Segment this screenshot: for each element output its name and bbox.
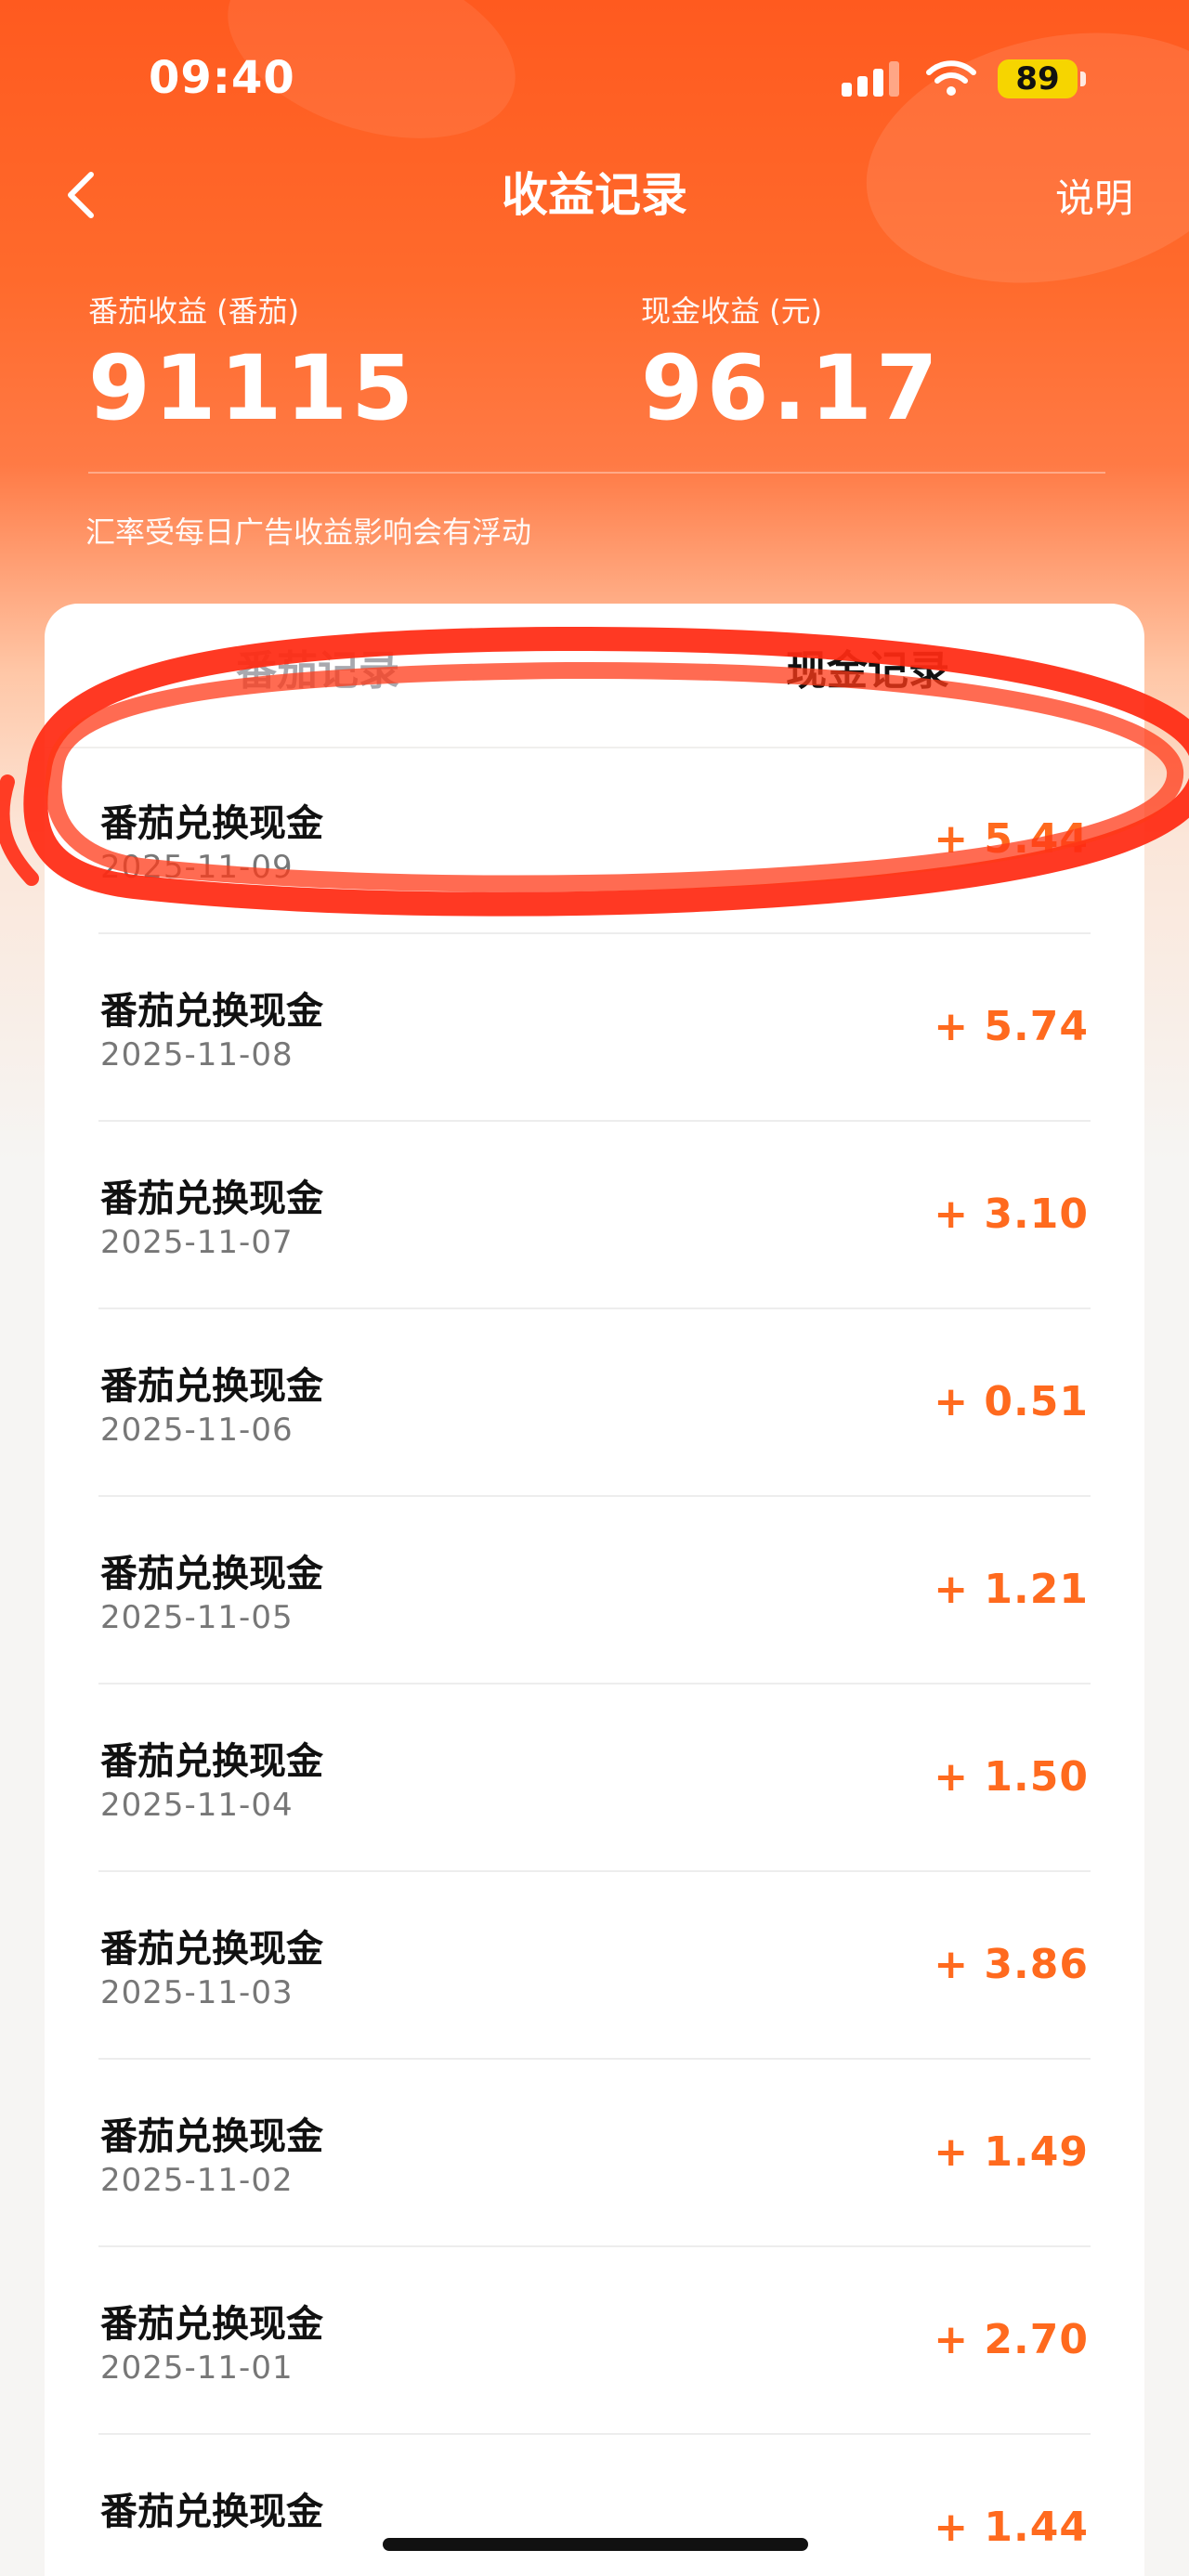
record-title: 番茄兑换现金 <box>100 2491 323 2533</box>
record-title: 番茄兑换现金 <box>100 2115 323 2158</box>
wifi-icon <box>926 60 976 96</box>
page-title: 收益记录 <box>502 168 687 222</box>
list-item[interactable]: 番茄兑换现金 2025-11-03 + 3.86 <box>45 1872 1144 2060</box>
earnings-summary: 番茄收益 (番茄) 91115 现金收益 (元) 96.17 汇率受每日广告收益… <box>0 288 1189 566</box>
record-date: 2025-11-02 <box>100 2162 294 2199</box>
record-amount: + 1.50 <box>934 1753 1089 1801</box>
record-title: 番茄兑换现金 <box>100 802 323 845</box>
record-title: 番茄兑换现金 <box>100 1177 323 1220</box>
help-link[interactable]: 说明 <box>1055 167 1133 224</box>
record-title: 番茄兑换现金 <box>100 1553 323 1595</box>
exchange-note: 汇率受每日广告收益影响会有浮动 <box>85 514 532 550</box>
battery-icon: 89 <box>998 59 1086 98</box>
record-amount: + 0.51 <box>934 1378 1089 1425</box>
record-date: 2025-11-05 <box>100 1599 294 1636</box>
record-date: 2025-11-04 <box>100 1787 294 1824</box>
record-amount: + 1.44 <box>934 2504 1089 2551</box>
list-item[interactable]: 番茄兑换现金 2025-11-09 + 5.44 <box>45 747 1144 934</box>
status-bar: 09:40 89 <box>0 0 1189 158</box>
record-amount: + 5.74 <box>934 1003 1089 1050</box>
list-item[interactable]: 番茄兑换现金 2025-11-02 + 1.49 <box>45 2060 1144 2247</box>
record-title: 番茄兑换现金 <box>100 1740 323 1783</box>
record-date: 2025-11-06 <box>100 1412 294 1449</box>
record-amount: + 1.21 <box>934 1566 1089 1613</box>
list-item[interactable]: 番茄兑换现金 2025-11-07 + 3.10 <box>45 1122 1144 1309</box>
records-card: 番茄记录 现金记录 番茄兑换现金 2025-11-09 + 5.44 番茄兑换现… <box>45 604 1144 2576</box>
chevron-left-icon[interactable] <box>50 162 117 228</box>
record-title: 番茄兑换现金 <box>100 990 323 1033</box>
cash-record-list: 番茄兑换现金 2025-11-09 + 5.44 番茄兑换现金 2025-11-… <box>45 747 1144 2576</box>
record-amount: + 1.49 <box>934 2128 1089 2176</box>
nav-bar: 收益记录 说明 <box>0 149 1189 260</box>
record-date: 2025-11-08 <box>100 1036 294 1073</box>
cash-earnings-label: 现金收益 (元) <box>641 293 823 329</box>
list-item[interactable]: 番茄兑换现金 2025-11-05 + 1.21 <box>45 1497 1144 1685</box>
status-time: 09:40 <box>149 52 295 104</box>
record-amount: + 3.86 <box>934 1941 1089 1988</box>
tab-cash-records[interactable]: 现金记录 <box>682 639 1053 704</box>
record-amount: + 5.44 <box>934 815 1089 863</box>
record-date: 2025-11-03 <box>100 1974 294 2011</box>
list-item[interactable]: 番茄兑换现金 2025-11-04 + 1.50 <box>45 1685 1144 1872</box>
battery-level: 89 <box>1015 60 1060 98</box>
list-item[interactable]: 番茄兑换现金 + 1.44 <box>45 2435 1144 2576</box>
cash-earnings-value: 96.17 <box>641 336 942 440</box>
tomato-earnings-label: 番茄收益 (番茄) <box>88 293 300 329</box>
home-indicator[interactable] <box>383 2538 808 2551</box>
record-title: 番茄兑换现金 <box>100 1365 323 1408</box>
record-amount: + 3.10 <box>934 1190 1089 1238</box>
record-amount: + 2.70 <box>934 2316 1089 2363</box>
tomato-earnings-value: 91115 <box>88 336 417 440</box>
record-date: 2025-11-07 <box>100 1224 294 1261</box>
list-item[interactable]: 番茄兑换现金 2025-11-08 + 5.74 <box>45 934 1144 1122</box>
record-date: 2025-11-09 <box>100 849 294 886</box>
record-title: 番茄兑换现金 <box>100 1928 323 1971</box>
record-tabs: 番茄记录 现金记录 <box>45 604 1144 748</box>
list-item[interactable]: 番茄兑换现金 2025-11-06 + 0.51 <box>45 1309 1144 1497</box>
record-title: 番茄兑换现金 <box>100 2303 323 2346</box>
tab-tomato-records[interactable]: 番茄记录 <box>132 639 503 704</box>
summary-divider <box>88 472 1105 474</box>
list-item[interactable]: 番茄兑换现金 2025-11-01 + 2.70 <box>45 2247 1144 2435</box>
record-date: 2025-11-01 <box>100 2349 294 2387</box>
signal-icon <box>842 61 901 97</box>
